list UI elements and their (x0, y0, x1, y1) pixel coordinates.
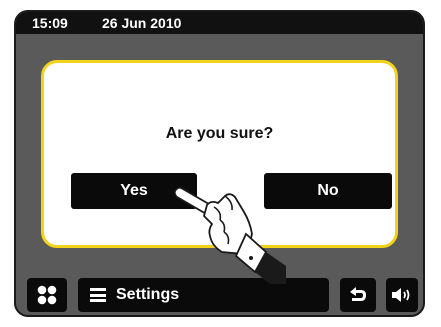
settings-label: Settings (116, 286, 180, 303)
dialog-question: Are you sure? (165, 125, 274, 142)
yes-button-label: Yes (120, 182, 148, 199)
status-bar: 15:09 26 Jun 2010 (16, 12, 423, 34)
status-date: 26 Jun 2010 (102, 15, 182, 31)
volume-button[interactable] (386, 278, 418, 312)
menu-icon (90, 288, 106, 302)
volume-icon (392, 288, 410, 302)
pointing-hand-icon (173, 186, 286, 284)
home-grid-icon (37, 285, 57, 305)
back-icon (350, 287, 366, 301)
back-button[interactable] (340, 278, 376, 312)
status-time: 15:09 (32, 15, 68, 31)
no-button-label: No (317, 182, 339, 199)
home-button[interactable] (27, 278, 67, 312)
